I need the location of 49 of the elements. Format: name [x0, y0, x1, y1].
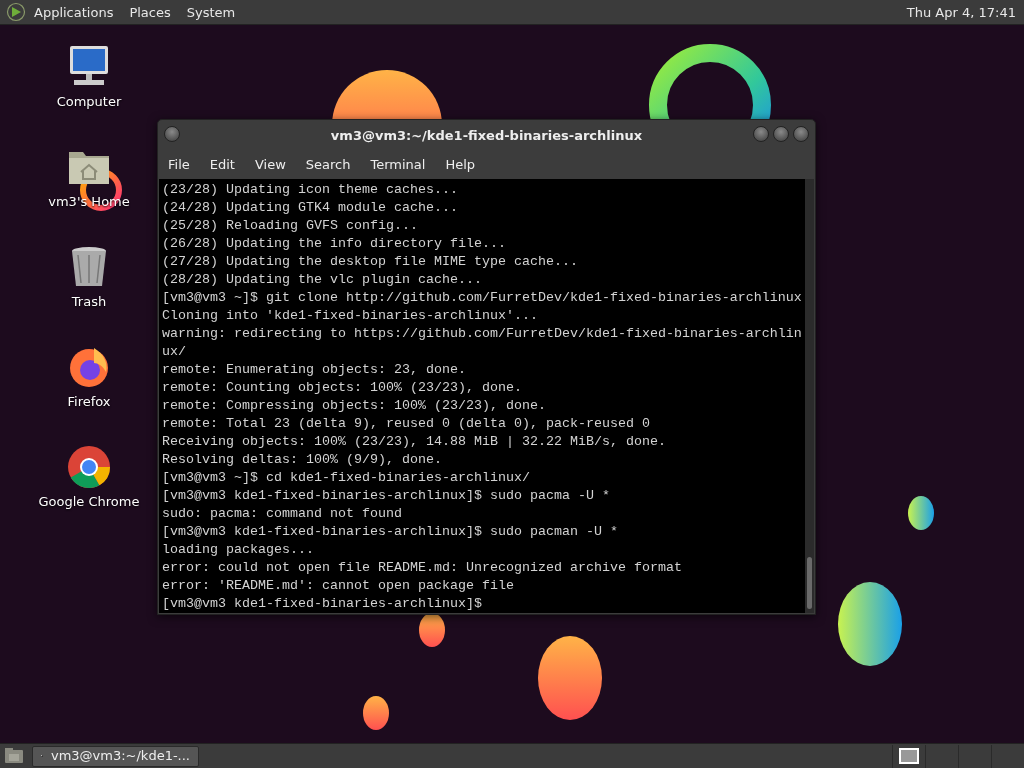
show-desktop-icon[interactable] — [4, 747, 24, 765]
terminal-line: (26/28) Updating the info directory file... — [162, 235, 507, 253]
terminal-line: Receiving objects: 100% (23/23), 14.88 MiB | 32.22 MiB/s, done. — [162, 433, 667, 451]
terminal-line: Resolving deltas: 100% (9/9), done. — [162, 451, 443, 469]
scrollbar[interactable] — [804, 179, 814, 613]
task-label: vm3@vm3:~/kde1-... — [50, 747, 190, 766]
terminal-line: [vm3@vm3 kde1-fixed-binaries-archlinux]$ sudo pacma -U * — [162, 487, 611, 505]
terminal-line: error: could not open file README.md: Unrecognized archive format — [162, 559, 683, 577]
terminal-line: (23/28) Updating icon theme caches... — [162, 181, 459, 199]
panel-menu[interactable]: Places — [121, 0, 179, 25]
menu-item[interactable]: Help — [435, 155, 486, 175]
panel-menu[interactable]: Applications — [26, 0, 122, 25]
terminal-line: (24/28) Updating GTK4 module cache... — [162, 199, 459, 217]
clock[interactable]: Thu Apr 4, 17:41 — [898, 0, 1024, 25]
terminal-line: [vm3@vm3 ~]$ git clone http://github.com/FurretDev/kde1-fixed-binaries-archlinux — [162, 289, 802, 307]
menu-item[interactable]: File — [158, 155, 200, 175]
icon-label[interactable]: Trash — [71, 292, 107, 312]
menu-item[interactable]: Terminal — [360, 155, 436, 175]
terminal-line: Cloning into 'kde1-fixed-binaries-archlinux'... — [162, 307, 539, 325]
icon-label[interactable]: Google Chrome — [38, 492, 140, 512]
minimize-button[interactable] — [753, 126, 769, 142]
terminal-line: (28/28) Updating the vlc plugin cache... — [162, 271, 483, 289]
menu-item[interactable]: Edit — [199, 155, 245, 175]
app-menu-icon[interactable] — [6, 2, 26, 22]
menu-item[interactable]: View — [244, 155, 296, 175]
taskbar-button[interactable]: vm3@vm3:~/kde1-... — [32, 745, 199, 767]
terminal-line: remote: Enumerating objects: 23, done. — [162, 361, 467, 379]
terminal-line: [vm3@vm3 kde1-fixed-binaries-archlinux]$ sudo pacman -U * — [162, 523, 619, 541]
terminal-line: warning: redirecting to https://github.com/FurretDev/kde1-fixed-binaries-archlin — [162, 325, 802, 343]
terminal-line: sudo: pacma: command not found — [162, 505, 403, 523]
icon-label[interactable]: Computer — [56, 92, 122, 112]
close-button[interactable] — [793, 126, 809, 142]
terminal-line: remote: Total 23 (delta 9), reused 0 (delta 0), pack-reused 0 — [162, 415, 651, 433]
terminal-line: ux/ — [162, 343, 187, 361]
terminal-line: remote: Compressing objects: 100% (23/23), done. — [162, 397, 547, 415]
window-title: vm3@vm3:~/kde1-fixed-binaries-archlinux — [330, 126, 643, 145]
maximize-button[interactable] — [773, 126, 789, 142]
window-menu-button[interactable] — [164, 126, 180, 142]
menu-item[interactable]: Search — [295, 155, 361, 175]
terminal-line: (27/28) Updating the desktop file MIME type cache... — [162, 253, 579, 271]
terminal-line: error: 'README.md': cannot open package file — [162, 577, 515, 595]
scrollbar-thumb[interactable] — [806, 557, 812, 609]
icon-label[interactable]: Firefox — [67, 392, 111, 412]
terminal-line: [vm3@vm3 kde1-fixed-binaries-archlinux]$ — [162, 595, 483, 613]
terminal-line: (25/28) Reloading GVFS config... — [162, 217, 419, 235]
terminal-line: [vm3@vm3 ~]$ cd kde1-fixed-binaries-archlinux/ — [162, 469, 531, 487]
terminal-line: remote: Counting objects: 100% (23/23), done. — [162, 379, 523, 397]
terminal-line: loading packages... — [162, 541, 315, 559]
panel-menu[interactable]: System — [178, 0, 244, 25]
